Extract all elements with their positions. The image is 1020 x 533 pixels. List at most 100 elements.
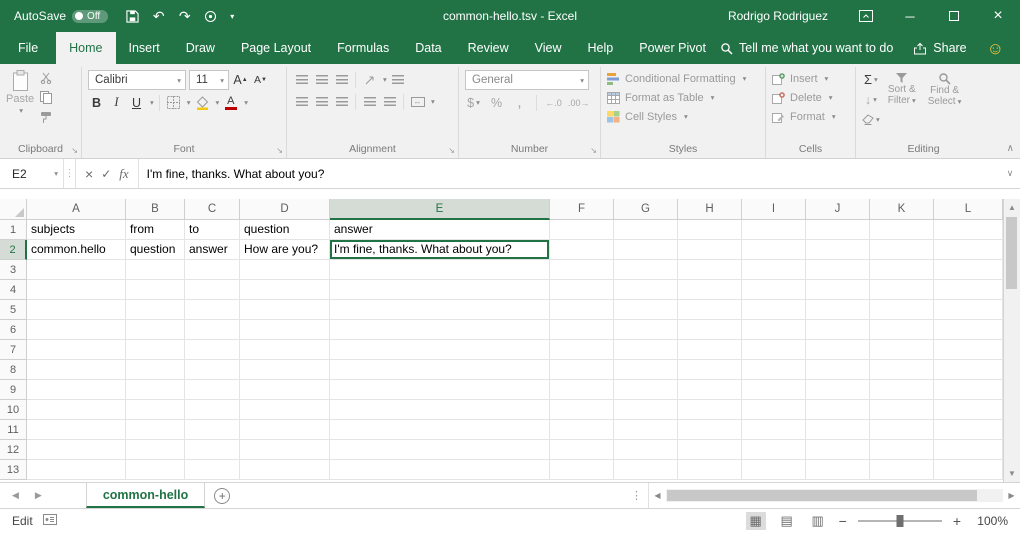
cell-F6[interactable] — [550, 320, 614, 340]
row-header-5[interactable]: 5 — [0, 300, 27, 320]
column-header-K[interactable]: K — [870, 199, 934, 220]
cell-G5[interactable] — [614, 300, 678, 320]
horizontal-scroll-thumb[interactable] — [667, 490, 977, 501]
row-header-7[interactable]: 7 — [0, 340, 27, 360]
cell-L4[interactable] — [934, 280, 1003, 300]
scroll-up-button[interactable]: ▲ — [1004, 199, 1020, 216]
cell-C13[interactable] — [185, 460, 240, 480]
cell-B4[interactable] — [126, 280, 185, 300]
cell-D10[interactable] — [240, 400, 330, 420]
cell-B1[interactable]: from — [126, 220, 185, 240]
cell-I10[interactable] — [742, 400, 806, 420]
cell-H3[interactable] — [678, 260, 742, 280]
cell-H2[interactable] — [678, 240, 742, 260]
zoom-level[interactable]: 100% — [972, 514, 1008, 528]
cell-D13[interactable] — [240, 460, 330, 480]
cell-B6[interactable] — [126, 320, 185, 340]
redo-button[interactable]: ↷ — [172, 3, 197, 29]
cell-J2[interactable] — [806, 240, 870, 260]
orientation-button[interactable] — [361, 70, 378, 89]
row-header-3[interactable]: 3 — [0, 260, 27, 280]
scroll-right-button[interactable]: ▶ — [1003, 491, 1020, 500]
cell-H11[interactable] — [678, 420, 742, 440]
decrease-indent-button[interactable] — [361, 92, 378, 111]
row-header-11[interactable]: 11 — [0, 420, 27, 440]
cell-E13[interactable] — [330, 460, 550, 480]
cell-E12[interactable] — [330, 440, 550, 460]
cell-A3[interactable] — [27, 260, 126, 280]
signed-in-user[interactable]: Rodrigo Rodriguez — [728, 9, 828, 23]
number-format-combo[interactable]: General▾ — [465, 70, 589, 90]
cell-K13[interactable] — [870, 460, 934, 480]
cell-I13[interactable] — [742, 460, 806, 480]
decrease-font-size-button[interactable]: A▼ — [252, 71, 269, 90]
cell-E3[interactable] — [330, 260, 550, 280]
tab-file[interactable]: File — [0, 32, 56, 64]
ribbon-display-options-button[interactable] — [844, 0, 888, 32]
cell-B8[interactable] — [126, 360, 185, 380]
cell-I11[interactable] — [742, 420, 806, 440]
sheet-tab-common-hello[interactable]: common-hello — [86, 483, 205, 508]
cell-K1[interactable] — [870, 220, 934, 240]
cell-J7[interactable] — [806, 340, 870, 360]
percent-style-button[interactable]: % — [488, 93, 505, 112]
page-layout-view-button[interactable]: ▤ — [777, 512, 797, 530]
cell-B9[interactable] — [126, 380, 185, 400]
cell-E6[interactable] — [330, 320, 550, 340]
fill-color-button[interactable] — [194, 93, 211, 112]
cell-G13[interactable] — [614, 460, 678, 480]
cell-J5[interactable] — [806, 300, 870, 320]
macro-record-button[interactable] — [43, 514, 57, 528]
column-header-E[interactable]: E — [330, 199, 550, 220]
page-break-view-button[interactable]: ▥ — [808, 512, 828, 530]
cell-K12[interactable] — [870, 440, 934, 460]
customize-qat-button[interactable]: ▾ — [224, 3, 240, 29]
formula-bar-resize-handle[interactable]: ⋮ — [64, 159, 76, 188]
tab-review[interactable]: Review — [455, 32, 522, 64]
clipboard-dialog-launcher[interactable]: ↘ — [71, 147, 78, 155]
cell-K9[interactable] — [870, 380, 934, 400]
row-header-10[interactable]: 10 — [0, 400, 27, 420]
row-header-9[interactable]: 9 — [0, 380, 27, 400]
cell-C11[interactable] — [185, 420, 240, 440]
cell-F5[interactable] — [550, 300, 614, 320]
cell-D3[interactable] — [240, 260, 330, 280]
cell-G6[interactable] — [614, 320, 678, 340]
borders-button[interactable] — [165, 93, 182, 112]
font-color-button[interactable]: A — [222, 93, 239, 112]
cell-L1[interactable] — [934, 220, 1003, 240]
column-header-F[interactable]: F — [550, 199, 614, 220]
accounting-format-button[interactable]: $▾ — [465, 93, 482, 112]
cell-J9[interactable] — [806, 380, 870, 400]
cell-D8[interactable] — [240, 360, 330, 380]
cell-L8[interactable] — [934, 360, 1003, 380]
vertical-scroll-thumb[interactable] — [1006, 217, 1017, 289]
cell-G4[interactable] — [614, 280, 678, 300]
previous-sheet-button[interactable]: ◀ — [12, 490, 19, 501]
increase-decimal-button[interactable]: ←.0 — [545, 93, 562, 112]
cell-F8[interactable] — [550, 360, 614, 380]
cell-F10[interactable] — [550, 400, 614, 420]
top-align-button[interactable] — [293, 70, 310, 89]
feedback-smiley-icon[interactable]: ☺ — [987, 40, 1004, 57]
cell-J10[interactable] — [806, 400, 870, 420]
cell-D4[interactable] — [240, 280, 330, 300]
name-box[interactable]: E2 ▾ — [0, 159, 64, 188]
select-all-button[interactable] — [0, 199, 27, 220]
cell-A4[interactable] — [27, 280, 126, 300]
cell-A10[interactable] — [27, 400, 126, 420]
cell-A11[interactable] — [27, 420, 126, 440]
cell-H13[interactable] — [678, 460, 742, 480]
cell-G7[interactable] — [614, 340, 678, 360]
find-select-button[interactable]: Find & Select▾ — [924, 70, 966, 142]
font-size-combo[interactable]: 11▾ — [189, 70, 229, 90]
share-button[interactable]: Share — [913, 41, 966, 55]
merge-center-button[interactable]: ↔ — [409, 92, 426, 111]
align-left-button[interactable] — [293, 92, 310, 111]
collapse-ribbon-button[interactable]: ∧ — [1007, 143, 1014, 154]
tab-page-layout[interactable]: Page Layout — [228, 32, 324, 64]
insert-cells-button[interactable]: Insert ▾ — [772, 69, 851, 88]
save-button[interactable] — [120, 3, 145, 29]
row-header-8[interactable]: 8 — [0, 360, 27, 380]
cell-H6[interactable] — [678, 320, 742, 340]
